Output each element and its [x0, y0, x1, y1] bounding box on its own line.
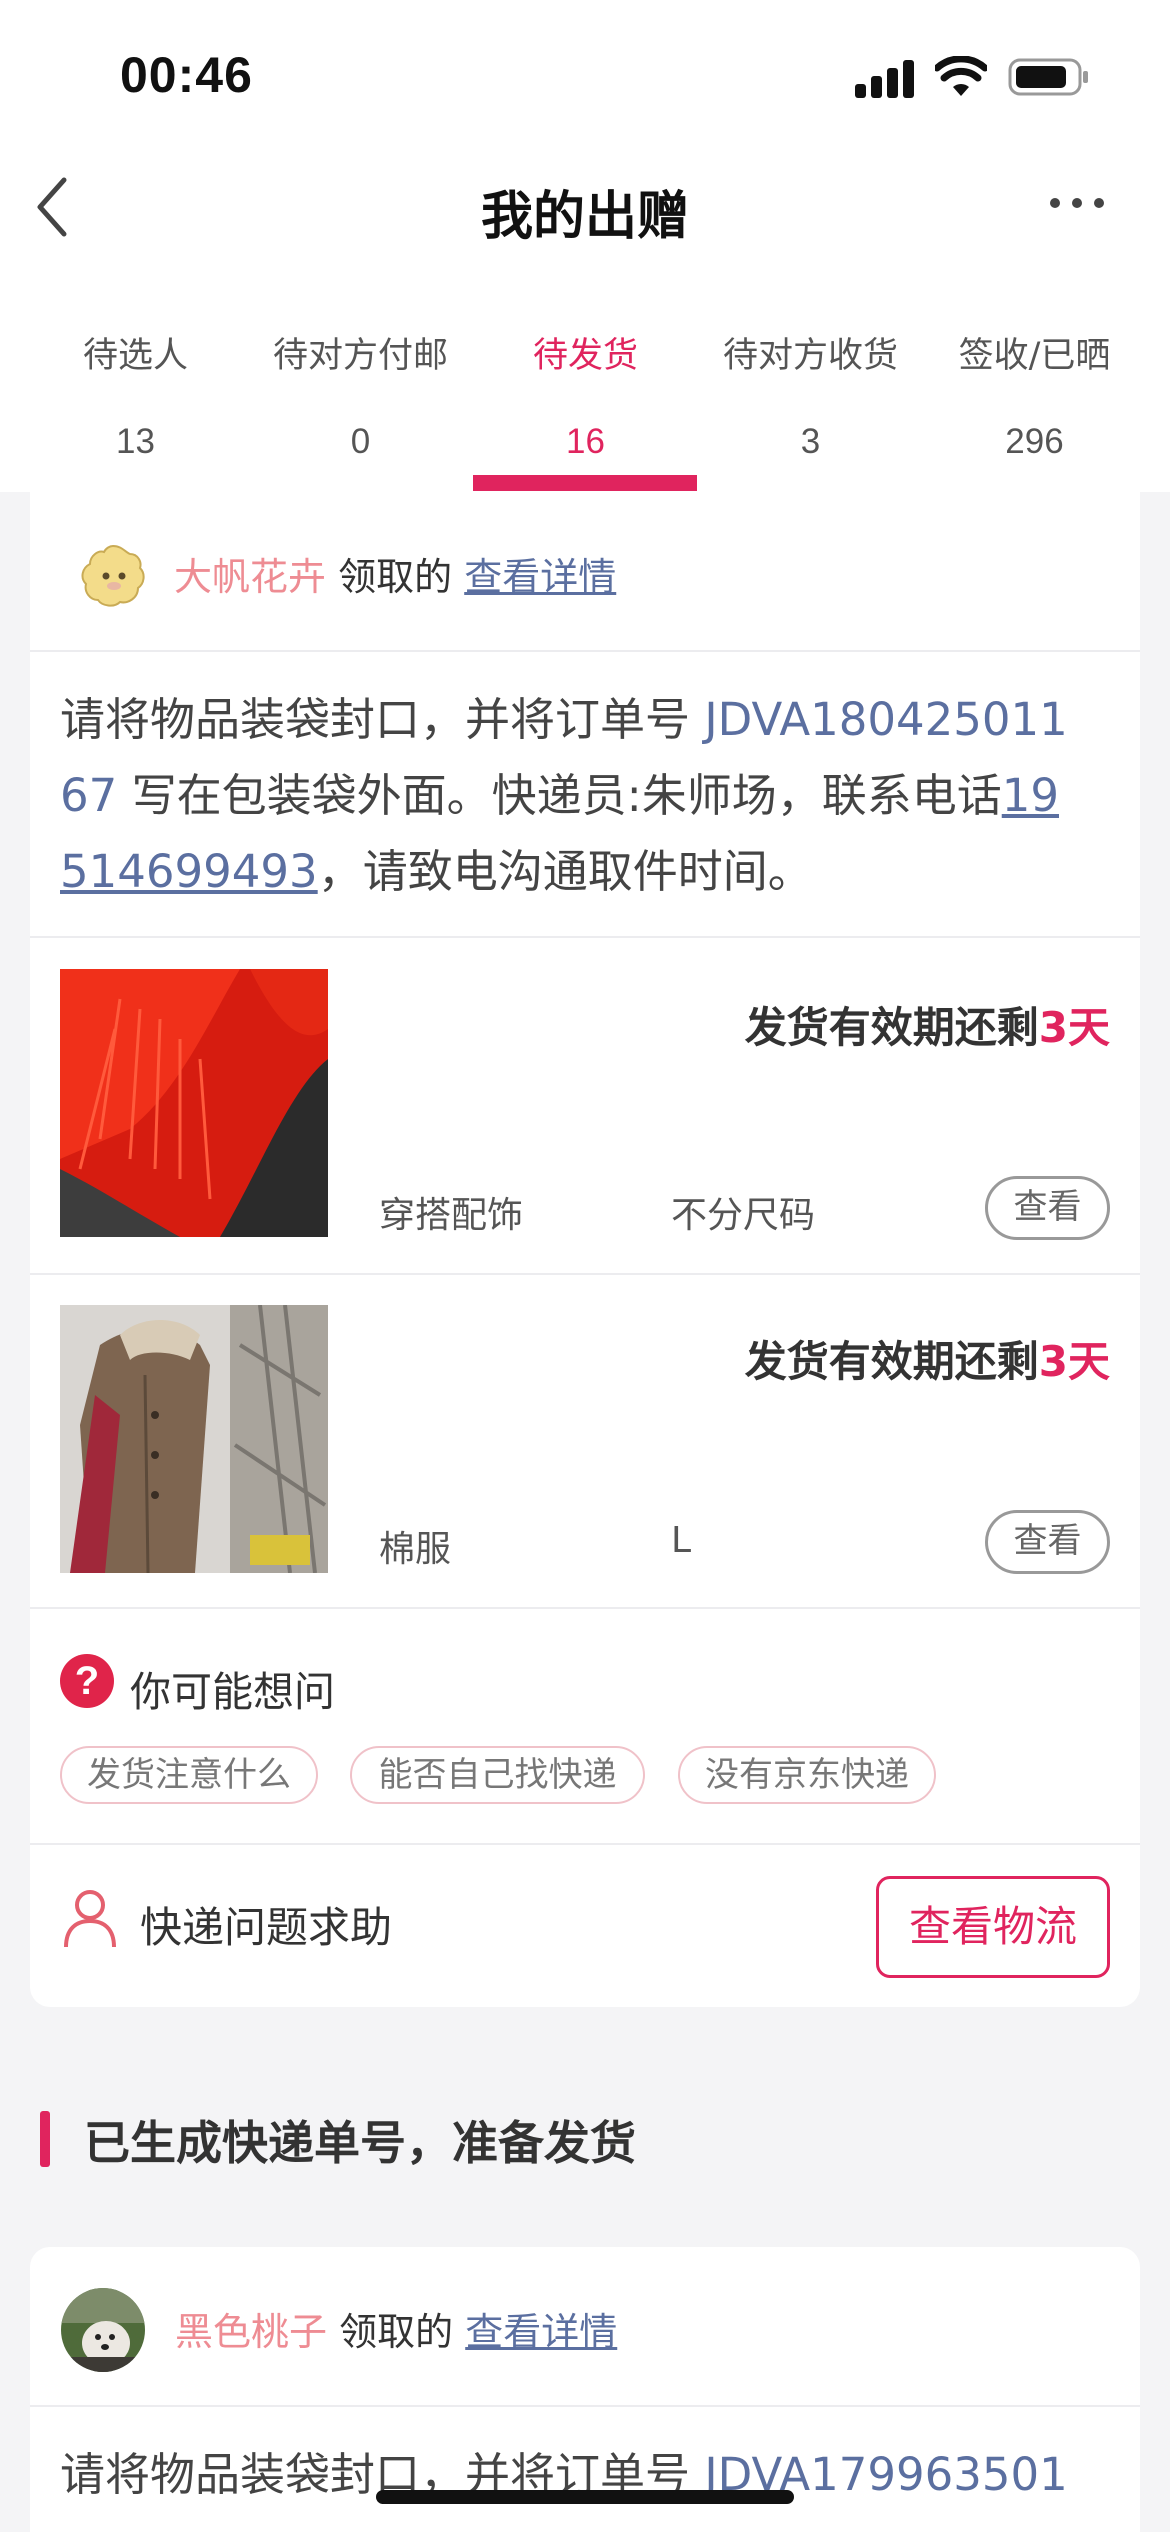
giver-action: 领取的: [338, 555, 453, 599]
status-bar: 00:46: [0, 0, 1170, 150]
item-image-coat[interactable]: [60, 1305, 328, 1573]
divider: [30, 1843, 1140, 1845]
divider: [30, 1607, 1140, 1609]
giver-line: 黑色桃子 领取的 查看详情: [175, 2301, 617, 2356]
tab-count: 3: [800, 422, 821, 461]
tab-pending-postage[interactable]: 待对方付邮 0: [248, 315, 473, 492]
tab-label: 待发货: [532, 336, 638, 376]
instruction-text: 写在包装袋外面。快递员:朱师场，联系电话: [117, 769, 1002, 822]
tab-label: 待选人: [82, 336, 188, 376]
item-image-scarf[interactable]: [60, 969, 328, 1237]
tab-count: 296: [1005, 422, 1064, 461]
wifi-icon: [935, 56, 987, 96]
more-dots-icon[interactable]: [1050, 198, 1110, 218]
divider: [30, 2405, 1140, 2407]
giver-action: 领取的: [339, 2310, 454, 2354]
expiry-text: 发货有效期还剩: [744, 1337, 1039, 1386]
shipping-expiry: 发货有效期还剩3天: [745, 1328, 1110, 1389]
question-circle-icon: ?: [60, 1654, 114, 1708]
battery-icon: [1008, 58, 1088, 96]
divider: [30, 650, 1140, 652]
courier-help-label[interactable]: 快递问题求助: [140, 1894, 392, 1955]
tab-count: 0: [350, 422, 371, 461]
order-card: 大帆花卉 领取的 查看详情 请将物品装袋封口，并将订单号 JDVA1804250…: [30, 492, 1140, 2007]
status-tabs: 待选人 13 待对方付邮 0 待发货 16 待对方收货 3 签收/已晒 296: [0, 315, 1170, 492]
instruction-text: ，请致电沟通取件时间。: [317, 845, 813, 898]
detail-link[interactable]: 查看详情: [464, 555, 616, 599]
view-logistics-button[interactable]: 查看物流: [876, 1876, 1110, 1978]
divider: [30, 936, 1140, 938]
item-category: 棉服: [379, 1529, 452, 1570]
tab-count: 13: [116, 422, 155, 461]
tab-pending-shipment[interactable]: 待发货 16: [473, 315, 698, 492]
courier-phone-tail[interactable]: 514699493: [60, 845, 318, 898]
faq-title: 你可能想问: [130, 1668, 335, 1716]
detail-link[interactable]: 查看详情: [465, 2310, 617, 2354]
order-number[interactable]: JDVA180425011: [704, 693, 1068, 746]
section-title: 已生成快递单号，准备发货: [84, 2116, 636, 2170]
cellular-signal-icon: [855, 58, 915, 98]
faq-chip[interactable]: 没有京东快递: [678, 1746, 936, 1804]
tab-count: 16: [566, 422, 605, 461]
item-category: 穿搭配饰: [379, 1195, 524, 1236]
view-item-button[interactable]: 查看: [985, 1510, 1110, 1574]
tab-label: 待对方付邮: [272, 336, 448, 376]
shipping-instruction: 请将物品装袋封口，并将订单号 JDVA180425011 67 写在包装袋外面。快…: [60, 682, 1120, 910]
status-time: 00:46: [120, 47, 253, 103]
person-icon: [64, 1890, 116, 1948]
divider: [30, 1273, 1140, 1275]
expiry-text: 发货有效期还剩: [744, 1003, 1039, 1052]
item-size: L: [671, 1520, 692, 1561]
page-title: 我的出赠: [480, 187, 689, 247]
shipping-expiry: 发货有效期还剩3天: [745, 994, 1110, 1055]
giver-name[interactable]: 大帆花卉: [174, 555, 326, 599]
giver-line: 大帆花卉 领取的 查看详情: [174, 546, 616, 601]
tab-received[interactable]: 签收/已晒 296: [922, 315, 1147, 492]
expiry-days: 3天: [1038, 1337, 1110, 1386]
tab-label: 待对方收货: [722, 336, 898, 376]
faq-chip[interactable]: 发货注意什么: [60, 1746, 318, 1804]
view-item-button[interactable]: 查看: [985, 1176, 1110, 1240]
courier-phone[interactable]: 19: [1002, 769, 1059, 822]
nav-bar: 我的出赠: [0, 150, 1170, 270]
tab-label: 签收/已晒: [958, 336, 1111, 376]
avatar[interactable]: [70, 532, 156, 618]
avatar[interactable]: [60, 2287, 146, 2373]
expiry-days: 3天: [1038, 1003, 1110, 1052]
tab-pending-select[interactable]: 待选人 13: [23, 315, 248, 492]
home-indicator: [376, 2490, 794, 2504]
active-tab-indicator: [473, 475, 697, 491]
order-number-tail[interactable]: 67: [60, 769, 117, 822]
tab-pending-receipt[interactable]: 待对方收货 3: [698, 315, 923, 492]
item-size: 不分尺码: [671, 1195, 816, 1236]
faq-chip[interactable]: 能否自己找快递: [350, 1746, 645, 1804]
section-accent-bar: [40, 2111, 50, 2167]
giver-name[interactable]: 黑色桃子: [175, 2310, 327, 2354]
instruction-text: 请将物品装袋封口，并将订单号: [60, 693, 705, 746]
